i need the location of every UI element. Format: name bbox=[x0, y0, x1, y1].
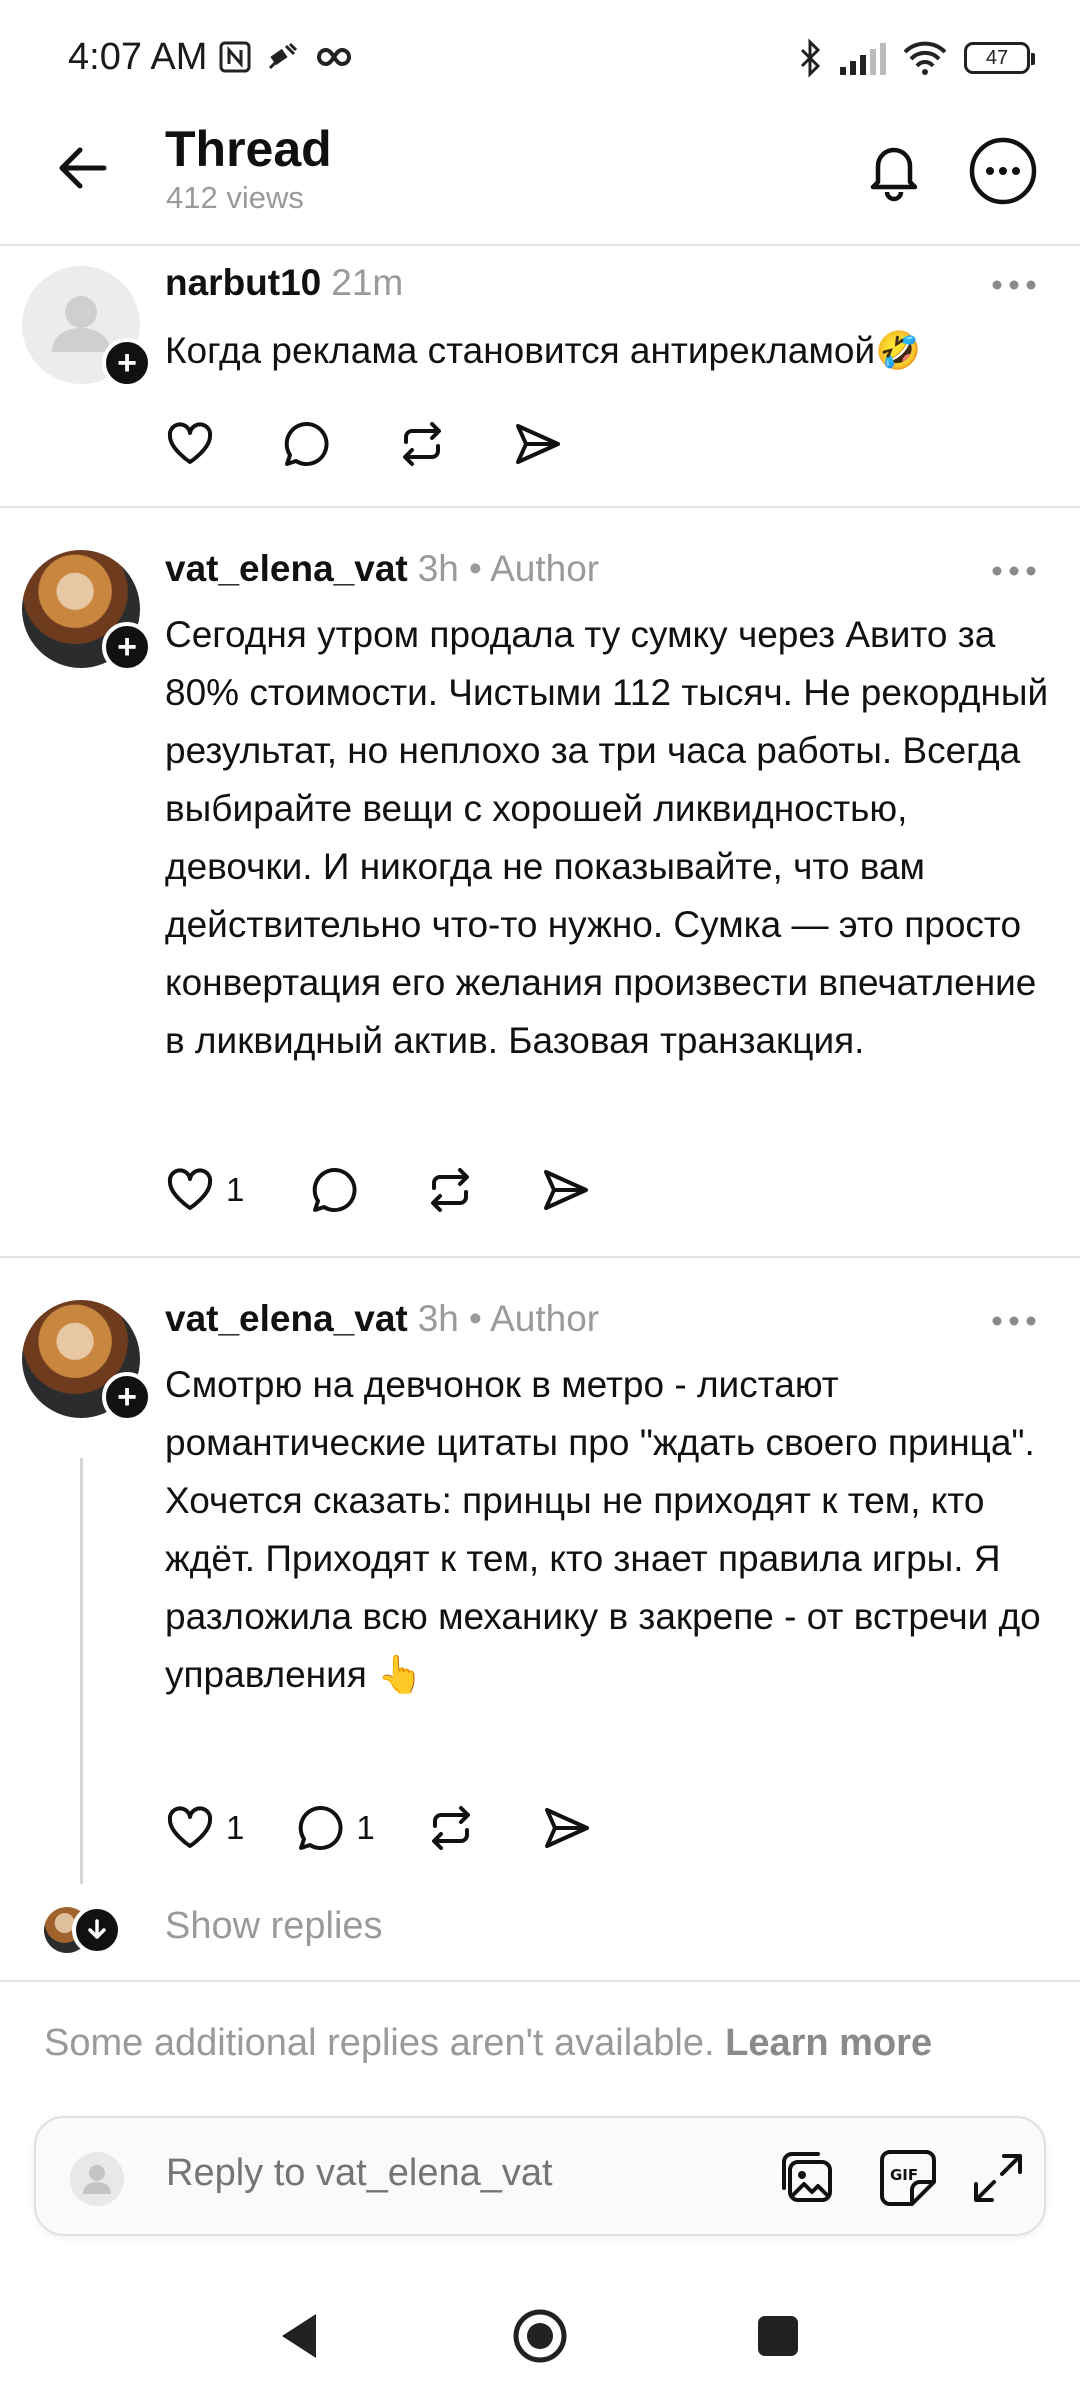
status-left-icons bbox=[218, 40, 352, 74]
composer-avatar bbox=[70, 2152, 124, 2206]
heart-icon bbox=[167, 422, 213, 464]
arrow-down-icon bbox=[72, 1905, 122, 1955]
image-icon[interactable] bbox=[776, 2146, 840, 2210]
reply-input[interactable] bbox=[166, 2152, 686, 2195]
author-tag: • Author bbox=[468, 1298, 600, 1339]
reply-button[interactable] bbox=[280, 416, 332, 472]
post-text: Сегодня утром продала ту сумку через Ави… bbox=[165, 614, 1049, 1061]
post-username[interactable]: vat_elena_vat bbox=[165, 548, 408, 590]
repost-icon bbox=[403, 422, 441, 466]
post-more-icon[interactable] bbox=[990, 564, 1038, 578]
section-divider bbox=[0, 1980, 1080, 1982]
repost-icon bbox=[431, 1168, 470, 1212]
heart-icon bbox=[167, 1168, 213, 1210]
post-username[interactable]: narbut10 bbox=[165, 262, 321, 304]
post-time: 21m bbox=[331, 262, 404, 303]
share-button[interactable] bbox=[541, 1800, 593, 1856]
status-bar: 4:07 AM 47 bbox=[0, 0, 1080, 118]
reply-avatars[interactable] bbox=[44, 1905, 124, 1955]
comment-icon bbox=[299, 1805, 343, 1850]
learn-more-link[interactable]: Learn more bbox=[725, 2022, 932, 2064]
status-right-icons: 47 bbox=[798, 38, 1035, 78]
like-button[interactable]: 1 bbox=[164, 1800, 244, 1856]
post-item: + vat_elena_vat 3h • Author Смотрю на де… bbox=[0, 1258, 1080, 1888]
comment-icon bbox=[313, 1167, 357, 1212]
nav-home-icon[interactable] bbox=[510, 2306, 570, 2366]
default-user-icon bbox=[83, 2165, 111, 2194]
views-count: 412 views bbox=[166, 180, 304, 215]
reply-count: 1 bbox=[356, 1809, 375, 1846]
battery-indicator: 47 bbox=[964, 42, 1035, 74]
follow-plus-icon[interactable]: + bbox=[102, 1372, 152, 1422]
post-text: Смотрю на девчонок в метро - листают ром… bbox=[165, 1364, 1041, 1695]
like-button[interactable]: 1 bbox=[164, 1162, 244, 1218]
repost-button[interactable] bbox=[424, 1162, 476, 1218]
repost-button[interactable] bbox=[396, 416, 448, 472]
page-title: Thread bbox=[165, 121, 332, 177]
expand-icon[interactable] bbox=[966, 2146, 1030, 2210]
author-tag: • Author bbox=[468, 548, 600, 589]
like-button[interactable] bbox=[164, 416, 216, 472]
gif-icon[interactable]: GIF bbox=[876, 2146, 940, 2210]
comment-icon bbox=[284, 421, 329, 466]
like-count: 1 bbox=[226, 1171, 245, 1208]
bell-icon[interactable] bbox=[862, 138, 926, 202]
notice-text: Some additional replies aren't available… bbox=[44, 2022, 715, 2064]
post-username[interactable]: vat_elena_vat bbox=[165, 1298, 408, 1340]
send-icon bbox=[544, 1808, 589, 1848]
post-item: + narbut10 21m Когда реклама становится … bbox=[0, 246, 1080, 506]
bluetooth-icon bbox=[800, 38, 821, 78]
post-time: 3h bbox=[417, 1298, 459, 1339]
send-icon bbox=[516, 424, 560, 464]
wifi-icon bbox=[903, 41, 947, 75]
reply-composer[interactable]: GIF bbox=[34, 2116, 1046, 2236]
unavailable-notice: Some additional replies aren't available… bbox=[44, 2022, 932, 2065]
more-options-icon[interactable] bbox=[968, 136, 1038, 206]
reply-button[interactable]: 1 bbox=[294, 1800, 375, 1856]
nav-back-icon[interactable] bbox=[272, 2306, 332, 2366]
system-nav-bar bbox=[0, 2268, 1080, 2400]
repost-button[interactable] bbox=[425, 1800, 477, 1856]
share-button[interactable] bbox=[540, 1162, 592, 1218]
back-arrow-icon[interactable] bbox=[52, 138, 112, 198]
reply-button[interactable] bbox=[308, 1162, 360, 1218]
share-button[interactable] bbox=[512, 416, 564, 472]
post-more-icon[interactable] bbox=[990, 1314, 1038, 1328]
follow-plus-icon[interactable]: + bbox=[102, 338, 152, 388]
send-icon bbox=[544, 1170, 589, 1210]
post-item: + vat_elena_vat 3h • Author Сегодня утро… bbox=[0, 508, 1080, 1256]
post-more-icon[interactable] bbox=[990, 278, 1038, 292]
nav-recents-icon[interactable] bbox=[748, 2306, 808, 2366]
like-count: 1 bbox=[226, 1809, 245, 1846]
post-time: 3h bbox=[417, 548, 459, 589]
repost-icon bbox=[431, 1806, 470, 1850]
svg-text:GIF: GIF bbox=[890, 2166, 918, 2184]
post-text: Когда реклама становится антирекламой🤣 bbox=[165, 330, 922, 371]
heart-icon bbox=[167, 1806, 213, 1848]
nfc-icon bbox=[219, 41, 251, 73]
show-replies-link[interactable]: Show replies bbox=[165, 1905, 383, 1948]
status-time: 4:07 AM bbox=[68, 36, 208, 78]
signal-icon bbox=[840, 43, 886, 75]
follow-plus-icon[interactable]: + bbox=[102, 622, 152, 672]
infinity-icon bbox=[316, 47, 352, 67]
satellite-icon bbox=[268, 42, 298, 70]
thread-header: Thread 412 views bbox=[0, 118, 1080, 246]
